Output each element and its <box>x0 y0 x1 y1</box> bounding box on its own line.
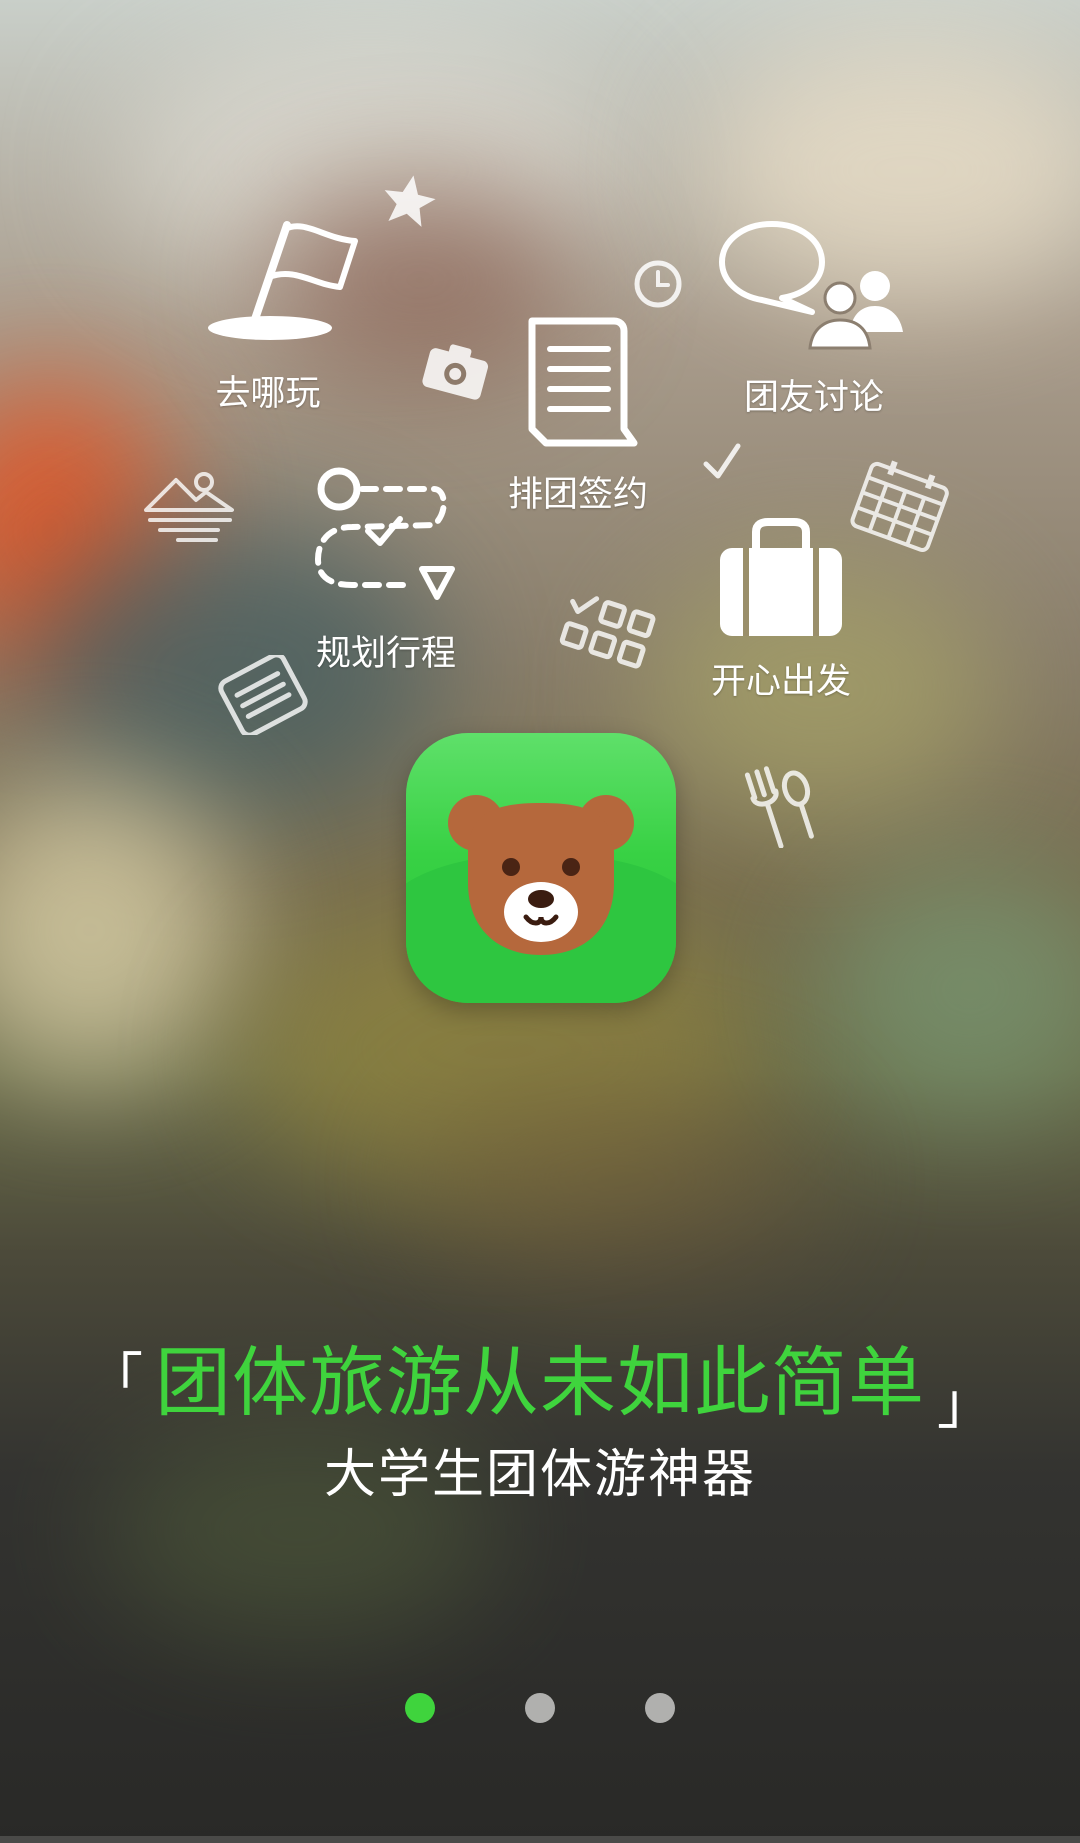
slogan-text: 团体旅游从未如此简单 <box>155 1338 925 1427</box>
people-icon <box>808 271 903 350</box>
label-depart: 开心出发 <box>710 662 852 702</box>
page-dot-1[interactable] <box>405 1693 435 1723</box>
page-dot-2[interactable] <box>525 1693 555 1723</box>
label-sign-up: 排团签约 <box>507 475 649 515</box>
page-dot-3[interactable] <box>645 1693 675 1723</box>
notes-icon <box>218 655 308 735</box>
label-team-chat: 团友讨论 <box>743 378 885 418</box>
clock-icon <box>634 260 682 308</box>
calendar-icon <box>850 460 949 552</box>
checkmark-icon <box>703 443 741 479</box>
subtitle: 大学生团体游神器 <box>323 1445 756 1505</box>
checklist-icon <box>559 596 656 669</box>
camera-icon <box>422 344 489 400</box>
label-plan-trip: 规划行程 <box>315 634 457 674</box>
bear-logo-icon <box>448 795 634 955</box>
flag-icon <box>208 221 358 340</box>
slogan-open-quote: 「 <box>87 1348 143 1413</box>
app-logo <box>406 733 676 1003</box>
star-icon <box>384 175 436 227</box>
slogan: 「团体旅游从未如此简单」 <box>0 1336 1080 1450</box>
slogan-close-quote: 」 <box>937 1372 993 1437</box>
suitcase-icon <box>720 518 842 636</box>
bottom-edge-bar <box>0 1836 1080 1843</box>
document-icon <box>528 317 638 447</box>
route-icon <box>314 467 455 600</box>
label-where-to-go: 去哪玩 <box>215 374 321 414</box>
page-indicator <box>0 1693 1080 1723</box>
utensils-icon <box>744 766 814 848</box>
mountain-icon <box>144 472 234 542</box>
